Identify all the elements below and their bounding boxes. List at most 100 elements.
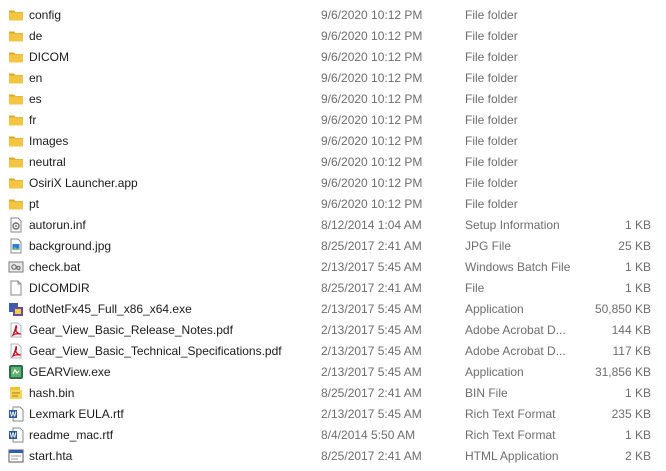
file-date-modified: 2/13/2017 5:45 AM <box>321 365 422 379</box>
svg-text:W: W <box>10 412 17 419</box>
folder-icon <box>8 196 24 212</box>
file-row-21[interactable]: start.hta 8/25/2017 2:41 AM HTML Applica… <box>0 445 666 466</box>
batch-file-icon <box>8 259 24 275</box>
app-icon <box>8 364 24 380</box>
file-row-4[interactable]: es 9/6/2020 10:12 PM File folder <box>0 88 666 109</box>
file-type: File folder <box>465 29 518 43</box>
file-date-modified: 9/6/2020 10:12 PM <box>321 71 423 85</box>
file-date-modified: 9/6/2020 10:12 PM <box>321 50 423 64</box>
file-type: File folder <box>465 92 518 106</box>
file-type: Adobe Acrobat D... <box>465 323 566 337</box>
file-row-19[interactable]: W Lexmark EULA.rtf 2/13/2017 5:45 AM Ric… <box>0 403 666 424</box>
file-size: 1 KB <box>624 428 651 442</box>
file-row-15[interactable]: Gear_View_Basic_Release_Notes.pdf 2/13/2… <box>0 319 666 340</box>
file-name: readme_mac.rtf <box>29 428 114 442</box>
file-size: 1 KB <box>624 386 651 400</box>
file-date-modified: 8/12/2014 1:04 AM <box>321 218 422 232</box>
file-row-7[interactable]: neutral 9/6/2020 10:12 PM File folder <box>0 151 666 172</box>
file-name: background.jpg <box>29 239 112 253</box>
file-type: Windows Batch File <box>465 260 571 274</box>
image-file-icon <box>8 238 24 254</box>
file-row-10[interactable]: autorun.inf 8/12/2014 1:04 AM Setup Info… <box>0 214 666 235</box>
file-name: fr <box>29 113 37 127</box>
file-type: Rich Text Format <box>465 428 556 442</box>
file-type: Adobe Acrobat D... <box>465 344 566 358</box>
file-date-modified: 9/6/2020 10:12 PM <box>321 134 423 148</box>
file-date-modified: 2/13/2017 5:45 AM <box>321 302 422 316</box>
file-date-modified: 8/25/2017 2:41 AM <box>321 239 422 253</box>
svg-text:W: W <box>10 433 17 440</box>
file-date-modified: 9/6/2020 10:12 PM <box>321 29 423 43</box>
file-row-11[interactable]: background.jpg 8/25/2017 2:41 AM JPG Fil… <box>0 235 666 256</box>
folder-icon <box>8 7 24 23</box>
word-doc-icon: W <box>8 427 24 443</box>
file-list: config 9/6/2020 10:12 PM File folder de … <box>0 4 666 466</box>
file-row-16[interactable]: Gear_View_Basic_Technical_Specifications… <box>0 340 666 361</box>
file-row-5[interactable]: fr 9/6/2020 10:12 PM File folder <box>0 109 666 130</box>
file-type: File folder <box>465 50 518 64</box>
file-row-3[interactable]: en 9/6/2020 10:12 PM File folder <box>0 67 666 88</box>
pdf-icon <box>8 322 24 338</box>
file-name: neutral <box>29 155 66 169</box>
file-row-14[interactable]: dotNetFx45_Full_x86_x64.exe 2/13/2017 5:… <box>0 298 666 319</box>
file-name: start.hta <box>29 449 73 463</box>
file-size: 50,850 KB <box>594 302 651 316</box>
bin-file-icon <box>8 385 24 401</box>
file-name: DICOMDIR <box>29 281 90 295</box>
file-type: File folder <box>465 155 518 169</box>
file-row-1[interactable]: de 9/6/2020 10:12 PM File folder <box>0 25 666 46</box>
file-date-modified: 2/13/2017 5:45 AM <box>321 323 422 337</box>
file-size: 1 KB <box>624 281 651 295</box>
file-type: File folder <box>465 8 518 22</box>
file-type: BIN File <box>465 386 508 400</box>
file-date-modified: 9/6/2020 10:12 PM <box>321 113 423 127</box>
file-type: HTML Application <box>465 449 559 463</box>
file-name: GEARView.exe <box>29 365 111 379</box>
file-date-modified: 8/25/2017 2:41 AM <box>321 281 422 295</box>
file-row-9[interactable]: pt 9/6/2020 10:12 PM File folder <box>0 193 666 214</box>
file-date-modified: 9/6/2020 10:12 PM <box>321 8 423 22</box>
file-row-6[interactable]: Images 9/6/2020 10:12 PM File folder <box>0 130 666 151</box>
file-date-modified: 9/6/2020 10:12 PM <box>321 155 423 169</box>
folder-icon <box>8 175 24 191</box>
file-row-12[interactable]: check.bat 2/13/2017 5:45 AM Windows Batc… <box>0 256 666 277</box>
file-name: autorun.inf <box>29 218 86 232</box>
file-name: Images <box>29 134 69 148</box>
file-type: Application <box>465 302 524 316</box>
file-date-modified: 9/6/2020 10:12 PM <box>321 197 423 211</box>
file-type: Setup Information <box>465 218 560 232</box>
file-type: File folder <box>465 176 518 190</box>
file-row-13[interactable]: DICOMDIR 8/25/2017 2:41 AM File 1 KB <box>0 277 666 298</box>
file-row-2[interactable]: DICOM 9/6/2020 10:12 PM File folder <box>0 46 666 67</box>
folder-icon <box>8 91 24 107</box>
file-date-modified: 9/6/2020 10:12 PM <box>321 176 423 190</box>
file-name: pt <box>29 197 40 211</box>
file-name: DICOM <box>29 50 69 64</box>
file-size: 1 KB <box>624 218 651 232</box>
hta-file-icon <box>8 448 24 464</box>
file-type: File folder <box>465 71 518 85</box>
file-date-modified: 8/25/2017 2:41 AM <box>321 386 422 400</box>
file-row-20[interactable]: W readme_mac.rtf 8/4/2014 5:50 AM Rich T… <box>0 424 666 445</box>
file-row-18[interactable]: hash.bin 8/25/2017 2:41 AM BIN File 1 KB <box>0 382 666 403</box>
file-row-8[interactable]: OsiriX Launcher.app 9/6/2020 10:12 PM Fi… <box>0 172 666 193</box>
file-date-modified: 8/25/2017 2:41 AM <box>321 449 422 463</box>
file-size: 117 KB <box>612 344 651 358</box>
file-size: 1 KB <box>624 260 651 274</box>
file-name: es <box>29 92 42 106</box>
setup-file-icon <box>8 217 24 233</box>
file-size: 25 KB <box>618 239 651 253</box>
folder-icon <box>8 133 24 149</box>
file-date-modified: 2/13/2017 5:45 AM <box>321 344 422 358</box>
folder-icon <box>8 49 24 65</box>
file-row-17[interactable]: GEARView.exe 2/13/2017 5:45 AM Applicati… <box>0 361 666 382</box>
file-name: en <box>29 71 43 85</box>
file-date-modified: 2/13/2017 5:45 AM <box>321 260 422 274</box>
installer-icon <box>8 301 24 317</box>
word-doc-icon: W <box>8 406 24 422</box>
file-name: Lexmark EULA.rtf <box>29 407 124 421</box>
file-row-0[interactable]: config 9/6/2020 10:12 PM File folder <box>0 4 666 25</box>
file-size: 144 KB <box>611 323 651 337</box>
file-name: check.bat <box>29 260 81 274</box>
file-type: File folder <box>465 113 518 127</box>
